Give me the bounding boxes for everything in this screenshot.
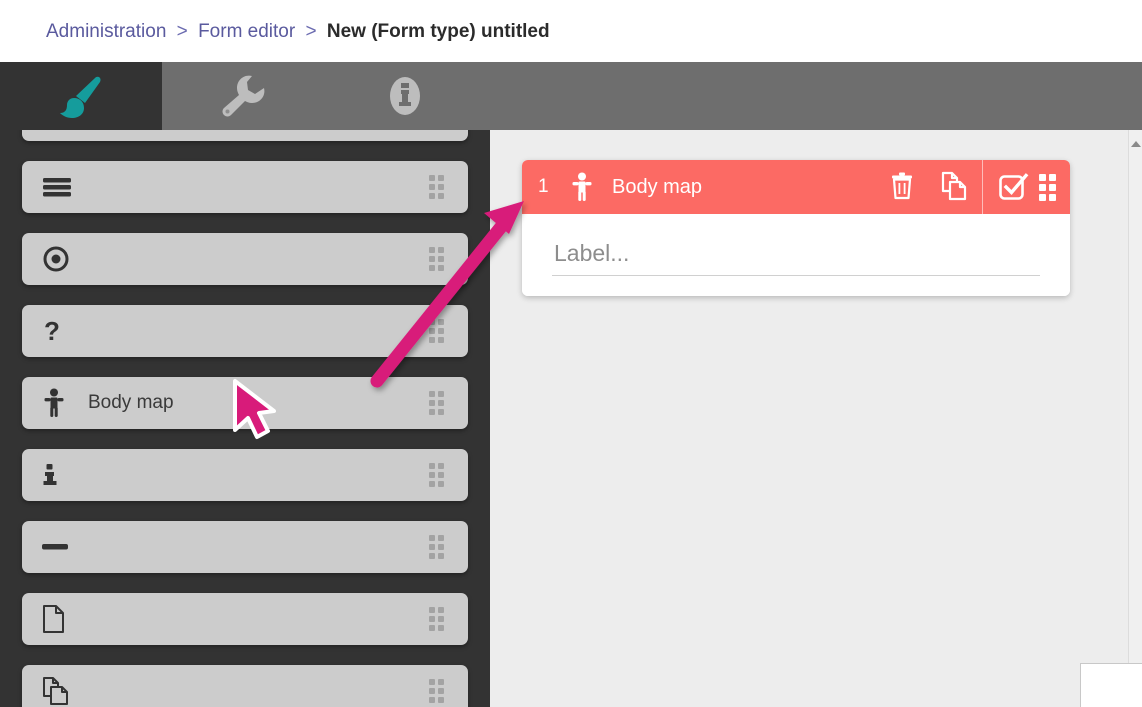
palette-list: ? Body map: [0, 130, 490, 707]
palette-item-menu[interactable]: [22, 161, 468, 213]
form-field-body: [522, 214, 1070, 296]
palette-item-information[interactable]: [22, 449, 468, 501]
palette-item-label: Body map: [88, 392, 174, 413]
drag-dots-icon[interactable]: [429, 391, 444, 415]
breadcrumb-separator-2: >: [305, 20, 317, 42]
canvas-bottom-strip: [1080, 663, 1142, 707]
drag-dots-icon[interactable]: [429, 463, 444, 487]
field-header-actions: [876, 160, 1070, 214]
canvas-scrollbar[interactable]: [1128, 130, 1142, 663]
field-title: Body map: [612, 175, 703, 198]
person-body-icon: [570, 172, 594, 202]
drag-dots-icon[interactable]: [429, 175, 444, 199]
palette-item-page[interactable]: [22, 593, 468, 645]
field-index: 1: [538, 176, 549, 197]
palette-item-divider[interactable]: [22, 521, 468, 573]
breadcrumb-item-current: New (Form type) untitled: [326, 20, 550, 42]
palette-item-radio[interactable]: [22, 233, 468, 285]
tab-info[interactable]: [324, 62, 486, 130]
paintbrush-icon: [54, 71, 108, 121]
duplicate-field-button[interactable]: [928, 160, 980, 214]
trash-icon: [889, 171, 915, 204]
drag-dots-icon[interactable]: [429, 679, 444, 703]
required-toggle-button[interactable]: [987, 160, 1039, 214]
breadcrumb: Administration > Form editor > New (Form…: [46, 22, 550, 41]
hamburger-menu-icon: [42, 175, 78, 199]
tab-settings[interactable]: [162, 62, 324, 130]
breadcrumb-separator: >: [176, 20, 188, 42]
radio-button-icon: [42, 245, 78, 273]
duplicate-pages-icon: [42, 676, 78, 706]
drag-field-handle[interactable]: [1039, 173, 1056, 201]
scroll-up-arrow-icon[interactable]: [1130, 141, 1141, 147]
duplicate-pages-icon: [940, 171, 968, 204]
header-divider: [982, 160, 983, 214]
info-circle-icon: [382, 72, 428, 120]
tab-design[interactable]: [0, 62, 162, 130]
question-mark-icon: ?: [42, 317, 78, 345]
delete-field-button[interactable]: [876, 160, 928, 214]
palette-item-question[interactable]: ?: [22, 305, 468, 357]
palette-item-body-map[interactable]: Body map: [22, 377, 468, 429]
form-field-card[interactable]: 1 Body map: [522, 160, 1070, 296]
drag-dots-icon[interactable]: [429, 535, 444, 559]
palette-item-duplicate[interactable]: [22, 665, 468, 707]
information-icon: [42, 461, 78, 489]
form-field-header: 1 Body map: [522, 160, 1070, 214]
breadcrumb-bar: Administration > Form editor > New (Form…: [0, 0, 1142, 62]
form-editor-page: Administration > Form editor > New (Form…: [0, 0, 1142, 707]
palette-item-partial[interactable]: [22, 130, 468, 141]
breadcrumb-item-form-editor[interactable]: Form editor: [198, 21, 295, 42]
page-document-icon: [42, 604, 78, 634]
person-body-icon: [42, 388, 78, 418]
checkbox-checked-icon: [997, 170, 1029, 205]
field-label-input[interactable]: [552, 240, 1040, 276]
drag-dots-icon[interactable]: [429, 319, 444, 343]
drag-dots-icon[interactable]: [429, 247, 444, 271]
drag-dots-icon[interactable]: [429, 607, 444, 631]
wrench-icon: [217, 72, 269, 120]
svg-text:?: ?: [44, 317, 60, 345]
field-palette-sidebar: ? Body map: [0, 130, 490, 707]
breadcrumb-item-administration[interactable]: Administration: [46, 21, 166, 42]
form-canvas: 1 Body map: [490, 130, 1142, 707]
horizontal-line-icon: [42, 541, 78, 553]
editor-toolbar: Need Help? Click Here: [0, 62, 1142, 181]
